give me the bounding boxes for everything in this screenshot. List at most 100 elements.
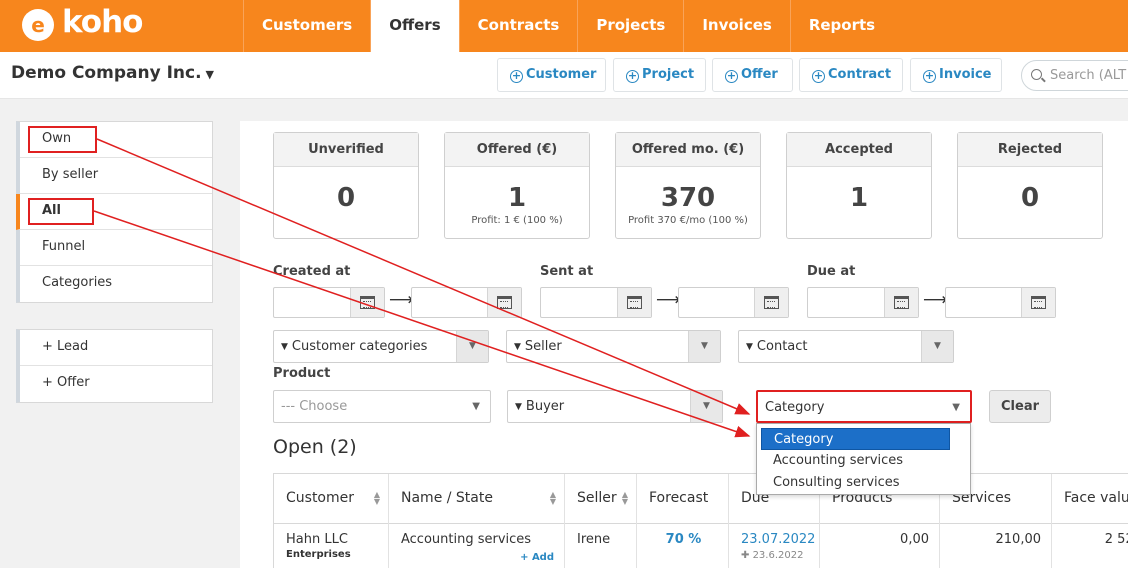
company-selector[interactable]: Demo Company Inc. ▼ <box>11 63 214 83</box>
stat-subtext: Profit 370 €/mo (100 %) <box>628 215 748 226</box>
category-option-category[interactable]: Category <box>761 428 950 450</box>
cell-customer[interactable]: Hahn LLC Enterprises <box>274 524 389 568</box>
caret-down-icon: ▼ <box>281 342 288 352</box>
product-select[interactable]: --- Choose ▼ <box>273 390 491 423</box>
nav-offers[interactable]: Offers <box>370 0 459 52</box>
calendar-icon[interactable] <box>487 288 521 317</box>
column-header-name-state[interactable]: Name / State ▲ ▼ <box>389 474 565 524</box>
category-option-consulting[interactable]: Consulting services <box>761 472 950 494</box>
offers-table: Customer ▲ ▼ Name / State ▲ ▼ Seller ▲ ▼ Forec… <box>273 473 1128 568</box>
dropdown-toggle-icon[interactable]: ▼ <box>690 391 722 422</box>
due-subdate: ✚ 23.6.2022 <box>741 550 809 561</box>
sidebar-item-by-seller[interactable]: By seller <box>20 158 212 194</box>
offer-name[interactable]: Accounting services <box>401 532 531 547</box>
new-project-label: Project <box>642 67 695 82</box>
stat-value: 1 <box>849 183 869 213</box>
dropdown-toggle-icon[interactable]: ▼ <box>456 331 488 362</box>
cell-name-state[interactable]: Accounting services + Add <box>389 524 565 568</box>
customer-categories-select[interactable]: ▼ Customer categories ▼ <box>273 330 489 363</box>
sidebar-item-categories[interactable]: Categories <box>20 266 212 302</box>
nav-projects[interactable]: Projects <box>577 0 683 52</box>
nav-reports[interactable]: Reports <box>789 0 893 52</box>
stat-value: 370 <box>660 183 716 213</box>
stat-card-offered-monthly[interactable]: Offered mo. (€) 370 Profit 370 €/mo (100… <box>615 132 761 239</box>
cell-products: 0,00 <box>820 524 940 568</box>
plus-circle-icon: + <box>510 69 523 83</box>
due-subdate-text: 23.6.2022 <box>752 550 804 561</box>
sort-icon[interactable]: ▲ ▼ <box>622 491 628 506</box>
stat-card-offered[interactable]: Offered (€) 1 Profit: 1 € (100 %) <box>444 132 590 239</box>
company-name: Demo Company Inc. <box>11 63 202 83</box>
sort-icon[interactable]: ▲ ▼ <box>374 491 380 506</box>
new-offer-label: Offer <box>741 67 778 82</box>
search-placeholder: Search (ALT <box>1050 68 1127 83</box>
calendar-icon[interactable] <box>884 288 918 317</box>
cell-seller: Irene <box>565 524 637 568</box>
category-dropdown-menu: Category Accounting services Consulting … <box>756 423 971 495</box>
sidebar-item-add-lead[interactable]: + Lead <box>20 330 212 366</box>
dropdown-toggle-icon[interactable]: ▼ <box>921 331 953 362</box>
buyer-label: Buyer <box>525 399 565 414</box>
new-contract-button[interactable]: + Contract <box>799 58 903 92</box>
seller-select[interactable]: ▼ Seller ▼ <box>506 330 721 363</box>
created-from-input[interactable] <box>273 287 385 318</box>
nav-invoices[interactable]: Invoices <box>683 0 789 52</box>
plus-icon: ✚ <box>741 550 753 561</box>
category-select[interactable]: Category ▼ <box>756 390 972 423</box>
calendar-icon[interactable] <box>350 288 384 317</box>
main-nav: Customers Offers Contracts Projects Invo… <box>243 0 893 52</box>
sidebar-item-add-offer[interactable]: + Offer <box>20 366 212 402</box>
dropdown-toggle-icon[interactable]: ▼ <box>688 331 720 362</box>
category-option-accounting[interactable]: Accounting services <box>761 450 950 472</box>
new-customer-label: Customer <box>526 67 597 82</box>
new-invoice-button[interactable]: + Invoice <box>910 58 1002 92</box>
created-to-input[interactable] <box>411 287 522 318</box>
column-header-customer[interactable]: Customer ▲ ▼ <box>274 474 389 524</box>
chevron-down-icon: ▼ <box>952 402 960 413</box>
table-row[interactable]: Hahn LLC Enterprises Accounting services… <box>274 524 1128 568</box>
column-header-face-value[interactable]: Face valu <box>1052 474 1128 524</box>
cell-services: 210,00 <box>940 524 1052 568</box>
column-header-seller[interactable]: Seller ▲ ▼ <box>565 474 637 524</box>
koho-logo[interactable]: e koho <box>22 4 152 44</box>
nav-contracts[interactable]: Contracts <box>458 0 578 52</box>
new-customer-button[interactable]: + Customer <box>497 58 606 92</box>
add-link[interactable]: + Add <box>520 552 554 563</box>
new-project-button[interactable]: + Project <box>613 58 706 92</box>
column-label: Name / State <box>401 490 493 506</box>
sent-from-input[interactable] <box>540 287 652 318</box>
customer-categories-label: Customer categories <box>291 339 428 354</box>
new-invoice-label: Invoice <box>939 67 992 82</box>
table-header: Customer ▲ ▼ Name / State ▲ ▼ Seller ▲ ▼ Forec… <box>274 474 1128 524</box>
due-date[interactable]: 23.07.2022 <box>741 532 815 547</box>
buyer-select[interactable]: ▼ Buyer ▼ <box>507 390 723 423</box>
sent-to-input[interactable] <box>678 287 789 318</box>
stat-title: Unverified <box>274 133 418 167</box>
calendar-icon[interactable] <box>617 288 651 317</box>
search-input[interactable]: Search (ALT <box>1021 60 1128 91</box>
customer-tag: Enterprises <box>286 549 351 560</box>
cell-due[interactable]: 23.07.2022 ✚ 23.6.2022 <box>729 524 820 568</box>
open-offers-title: Open (2) <box>273 436 357 458</box>
nav-customers[interactable]: Customers <box>243 0 370 52</box>
calendar-icon[interactable] <box>1021 288 1055 317</box>
due-to-input[interactable] <box>945 287 1056 318</box>
new-offer-button[interactable]: + Offer <box>712 58 793 92</box>
column-header-forecast[interactable]: Forecast <box>637 474 729 524</box>
customer-name[interactable]: Hahn LLC <box>286 532 348 547</box>
arrow-right-icon: ⟶ <box>923 290 948 310</box>
stat-title: Offered (€) <box>445 133 589 167</box>
sidebar-item-funnel[interactable]: Funnel <box>20 230 212 266</box>
sort-icon[interactable]: ▲ ▼ <box>550 491 556 506</box>
contact-select[interactable]: ▼ Contact ▼ <box>738 330 954 363</box>
stat-card-unverified[interactable]: Unverified 0 <box>273 132 419 239</box>
cell-forecast[interactable]: 70 % <box>637 524 729 568</box>
product-placeholder: --- Choose <box>281 399 348 414</box>
clear-filters-button[interactable]: Clear <box>989 390 1051 423</box>
due-from-input[interactable] <box>807 287 919 318</box>
stat-card-rejected[interactable]: Rejected 0 <box>957 132 1103 239</box>
sidebar-create-group: + Lead + Offer <box>16 329 213 403</box>
stat-card-accepted[interactable]: Accepted 1 <box>786 132 932 239</box>
calendar-icon[interactable] <box>754 288 788 317</box>
stat-subtext: Profit: 1 € (100 %) <box>471 215 563 226</box>
